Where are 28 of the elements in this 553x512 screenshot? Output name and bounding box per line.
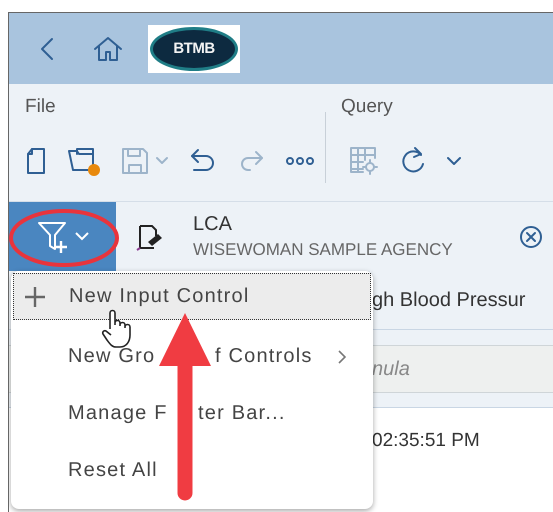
filter-add-icon [36,220,68,254]
menu-item[interactable]: New Gro f Controls [13,328,371,385]
back-icon [39,36,55,60]
more-icon [285,156,315,166]
timestamp: 02:35:51 PM [372,430,480,451]
close-icon [519,224,543,248]
row-text: gh Blood Pressur [372,288,526,312]
table-settings-icon [349,146,379,176]
filter-subtitle: WISEWOMAN SAMPLE AGENCY [193,240,453,260]
undo-icon [189,148,217,174]
home-button[interactable] [93,36,123,62]
chevron-down-icon [74,232,88,241]
menu-item[interactable]: New Input Control [13,273,371,320]
back-button[interactable] [39,36,55,60]
toolbar-group-label: File [25,96,56,119]
clear-button[interactable] [519,224,543,248]
filter-name: LCA [193,213,233,236]
menu-item[interactable]: Reset All [13,442,371,499]
chevron-down-icon [447,156,461,166]
plus-icon [24,286,46,308]
save-icon [121,147,169,175]
home-icon [93,36,123,62]
hand-cursor-icon [101,309,131,349]
folder-icon [67,145,101,177]
toolbar-group-label: Query [341,96,393,119]
logo: BTMB [148,24,240,72]
menu-item[interactable]: Manage F ter Bar... [13,385,371,442]
document-icon [25,147,47,175]
